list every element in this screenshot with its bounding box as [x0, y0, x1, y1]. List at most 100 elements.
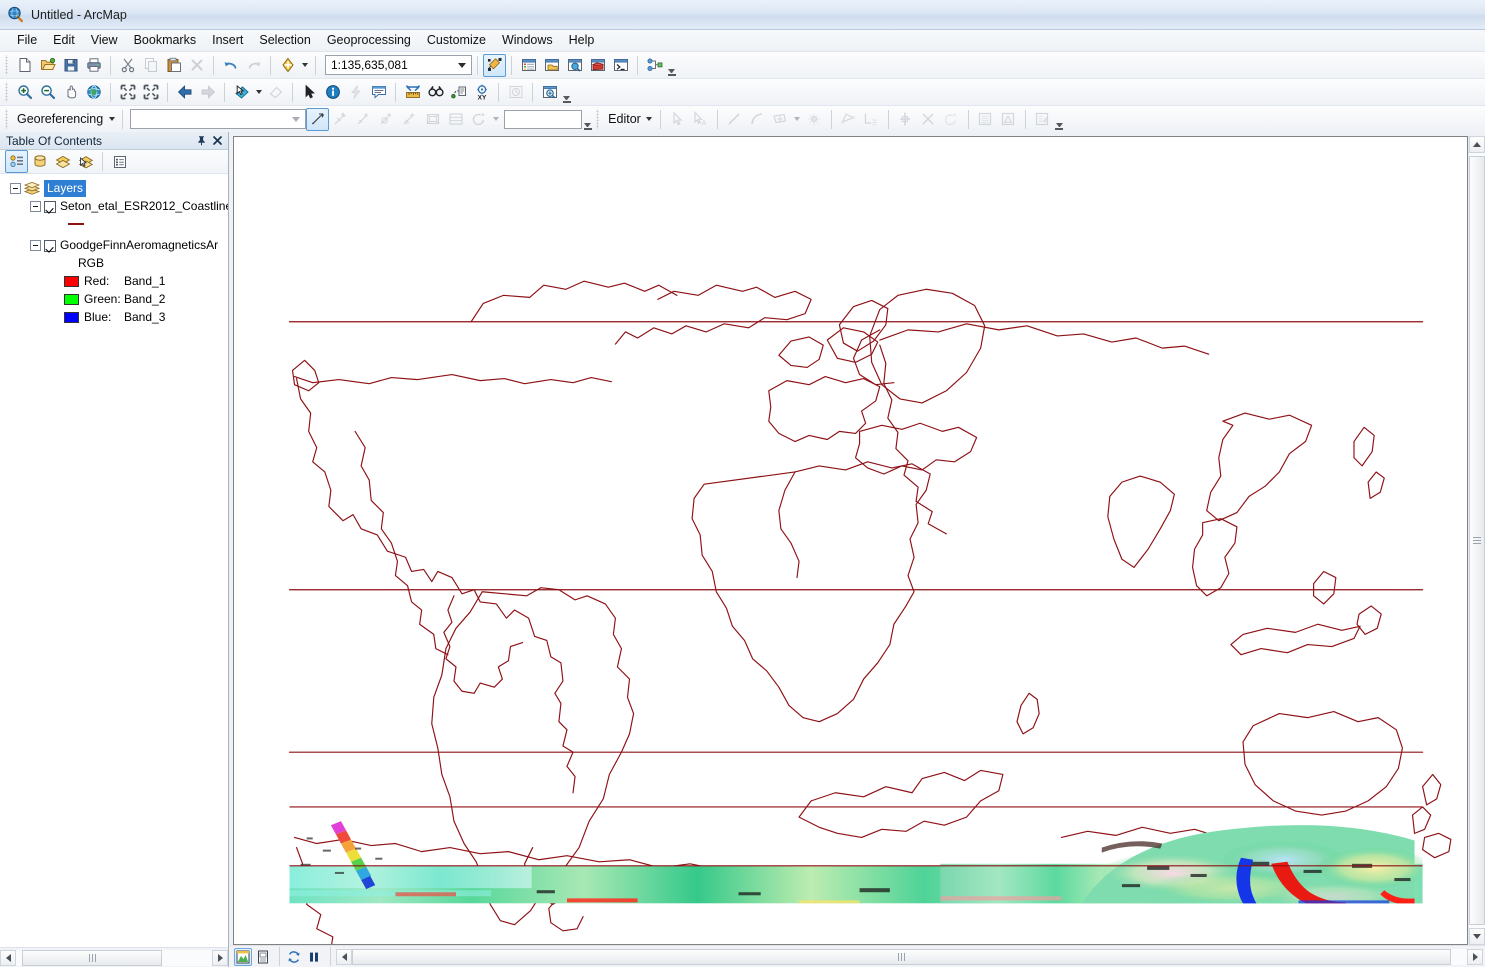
map-horizontal-scrollbar[interactable]: [352, 948, 1467, 965]
table-of-contents-icon[interactable]: [517, 54, 540, 77]
map-scroll-left-button[interactable]: [336, 948, 352, 965]
menu-file[interactable]: File: [9, 31, 45, 50]
edit-tool-icon[interactable]: [666, 108, 689, 131]
split-icon[interactable]: [894, 108, 917, 131]
expand-collapse-icon[interactable]: [30, 240, 41, 251]
list-by-source-icon[interactable]: [28, 150, 51, 173]
toc-scroll-thumb[interactable]: [22, 949, 162, 966]
list-by-drawing-order-icon[interactable]: [5, 150, 28, 173]
paste-icon[interactable]: [162, 54, 185, 77]
create-features-icon[interactable]: [1031, 108, 1054, 131]
go-back-extent-icon[interactable]: [173, 81, 196, 104]
cut-icon[interactable]: [116, 54, 139, 77]
python-window-icon[interactable]: [609, 54, 632, 77]
measure-icon[interactable]: [401, 81, 424, 104]
scroll-up-button[interactable]: [1469, 136, 1485, 153]
identify-icon[interactable]: [321, 81, 344, 104]
pan-icon[interactable]: [59, 81, 82, 104]
construction-tool-icon[interactable]: [769, 108, 792, 131]
chevron-down-icon[interactable]: [454, 62, 469, 68]
zoom-out-icon[interactable]: [36, 81, 59, 104]
time-slider-icon[interactable]: [504, 81, 527, 104]
menu-insert[interactable]: Insert: [204, 31, 251, 50]
view-link-table-icon[interactable]: [329, 108, 352, 131]
editor-menu[interactable]: Editor: [604, 112, 644, 126]
toc-horizontal-scrollbar[interactable]: [0, 947, 228, 967]
link-table-icon[interactable]: [444, 108, 467, 131]
arctoolbox-icon[interactable]: [586, 54, 609, 77]
rotate-dropdown-icon[interactable]: [490, 108, 501, 131]
refresh-view-icon[interactable]: [285, 948, 303, 966]
toc-scroll-track[interactable]: [16, 949, 212, 966]
toc-layer-aeromagnetics[interactable]: GoodgeFinnAeromagneticsAr: [30, 237, 228, 255]
scroll-down-button[interactable]: [1469, 928, 1485, 945]
list-by-visibility-icon[interactable]: [51, 150, 74, 173]
trace-icon[interactable]: [803, 108, 826, 131]
pin-icon[interactable]: [193, 133, 209, 148]
add-control-points-icon[interactable]: [306, 107, 330, 131]
menu-geoprocessing[interactable]: Geoprocessing: [319, 31, 419, 50]
toolbar-grip[interactable]: [4, 55, 11, 75]
menu-windows[interactable]: Windows: [494, 31, 561, 50]
cut-polygons-icon[interactable]: [917, 108, 940, 131]
toolbar-grip[interactable]: [595, 109, 603, 129]
scroll-left-button[interactable]: [0, 949, 16, 966]
delete-link-icon[interactable]: [352, 108, 375, 131]
go-to-xy-icon[interactable]: XY: [470, 81, 493, 104]
catalog-icon[interactable]: [540, 54, 563, 77]
map-vscroll-track[interactable]: [1469, 153, 1485, 928]
create-viewer-window-icon[interactable]: [538, 81, 561, 104]
select-elements-icon[interactable]: [298, 81, 321, 104]
attributes-icon[interactable]: [974, 108, 997, 131]
pause-drawing-icon[interactable]: [305, 948, 323, 966]
toc-root-layers[interactable]: Layers: [10, 180, 228, 198]
georeferencing-rotation-textbox[interactable]: [504, 109, 583, 129]
construction-tool-dropdown-icon[interactable]: [792, 108, 803, 131]
map-vertical-scrollbar[interactable]: [1468, 136, 1485, 945]
straight-segment-icon[interactable]: [723, 108, 746, 131]
fixed-zoom-out-icon[interactable]: [139, 81, 162, 104]
toc-options-icon[interactable]: [108, 150, 131, 173]
delete-icon[interactable]: [185, 54, 208, 77]
open-icon[interactable]: [36, 54, 59, 77]
map-canvas[interactable]: [234, 137, 1467, 944]
search-icon[interactable]: [563, 54, 586, 77]
save-icon[interactable]: [59, 54, 82, 77]
tools-toolbar-overflow[interactable]: [561, 81, 572, 104]
georeferencing-menu[interactable]: Georeferencing: [13, 112, 106, 126]
map-vscroll-thumb[interactable]: [1469, 156, 1485, 925]
fixed-zoom-in-icon[interactable]: [116, 81, 139, 104]
close-icon[interactable]: [209, 133, 225, 148]
undo-icon[interactable]: [219, 54, 242, 77]
edit-annotation-icon[interactable]: A: [689, 108, 712, 131]
layout-view-button[interactable]: [254, 948, 272, 966]
zoom-to-link-icon[interactable]: [375, 108, 398, 131]
copy-icon[interactable]: [139, 54, 162, 77]
select-features-dropdown-icon[interactable]: [253, 81, 264, 104]
scroll-right-button[interactable]: [212, 949, 228, 966]
html-popup-icon[interactable]: [367, 81, 390, 104]
data-view-button[interactable]: [234, 947, 252, 966]
menu-help[interactable]: Help: [561, 31, 603, 50]
full-extent-icon[interactable]: [82, 81, 105, 104]
layer-visibility-checkbox[interactable]: [44, 240, 56, 252]
modelbuilder-icon[interactable]: [643, 54, 666, 77]
auto-register-icon[interactable]: [398, 108, 421, 131]
toolbar-grip[interactable]: [4, 109, 11, 129]
georeferencing-toolbar-overflow[interactable]: [582, 108, 593, 131]
editor-toolbar-overflow[interactable]: [1054, 108, 1065, 131]
menu-view[interactable]: View: [83, 31, 126, 50]
georeferencing-layer-combo[interactable]: [130, 109, 307, 129]
rotate-tool-icon[interactable]: [940, 108, 963, 131]
rotate-icon[interactable]: [467, 108, 490, 131]
map-scale-combo[interactable]: 1:135,635,081: [325, 55, 472, 75]
find-route-icon[interactable]: [447, 81, 470, 104]
select-features-icon[interactable]: [230, 81, 253, 104]
sketch-properties-icon[interactable]: [997, 108, 1020, 131]
toc-layer-tree[interactable]: Layers Seton_etal_ESR2012_Coastline_ Goo…: [0, 174, 228, 947]
toolbar-grip[interactable]: [4, 82, 11, 102]
print-icon[interactable]: [82, 54, 105, 77]
map-scroll-right-button[interactable]: [1467, 948, 1483, 965]
new-map-icon[interactable]: [13, 54, 36, 77]
menu-edit[interactable]: Edit: [45, 31, 83, 50]
